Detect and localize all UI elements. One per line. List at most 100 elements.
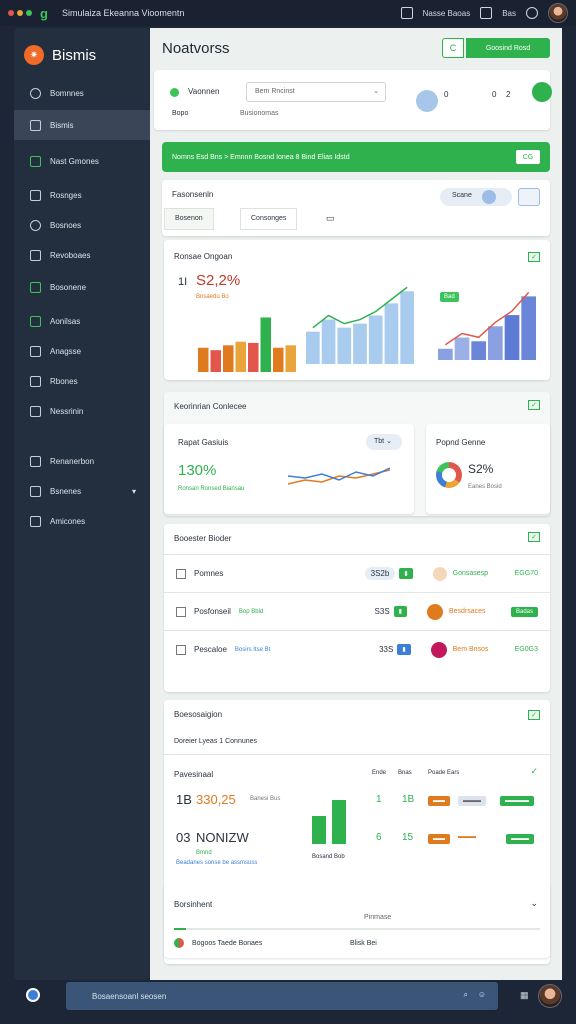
chart-bar [400, 291, 414, 364]
table-row[interactable]: Pomnes 3S2b ▮ Gonsasesp EGG70 [164, 554, 550, 592]
footer-hint: Pinmase [364, 914, 392, 921]
row-checkbox[interactable] [176, 568, 186, 579]
chevron-down-icon[interactable]: ▾ [132, 487, 136, 496]
row-checkbox[interactable] [176, 644, 186, 655]
copy-icon[interactable]: ▭ [326, 213, 335, 224]
sidebar-item-label: Rosnges [50, 190, 82, 200]
maximize-dot[interactable] [26, 10, 32, 16]
search-label: Scane [452, 192, 472, 199]
sidebar-item-4[interactable]: Bosnoes [14, 210, 150, 240]
filter-select-value: Bem Rncinst [255, 88, 295, 95]
inbox-icon [30, 455, 41, 467]
chart-bar [273, 347, 284, 372]
minimize-dot[interactable] [17, 10, 23, 16]
sidebar-item-label: Bomnnes [50, 88, 84, 98]
calendar-icon[interactable] [400, 7, 413, 19]
tab-2[interactable]: Consonges [240, 208, 298, 230]
perf-left-sub: Ronsan Ronsed Biansau [178, 486, 245, 492]
menu-button[interactable] [518, 188, 540, 206]
sidebar-item-8[interactable]: Anagsse [14, 336, 150, 366]
count-1: 0 [444, 90, 449, 99]
sidebar-item-6[interactable]: Bosonene [14, 272, 150, 302]
emoji-icon[interactable]: ☺ [478, 990, 486, 999]
table-row[interactable]: Pescaloe Bosirs Itse Bt 33S ▮ Bem Bnsos … [164, 630, 550, 668]
user-avatar[interactable] [548, 3, 568, 23]
table-title: Booester Bioder [174, 534, 232, 543]
user-name: Vaonnen [188, 87, 220, 96]
r2-num: 03 [176, 830, 191, 845]
google-icon [174, 938, 184, 948]
row-checkbox[interactable] [176, 606, 186, 617]
bottom-search-input[interactable]: Bosaensoanl seosen ⌕ ☺ [66, 982, 498, 1010]
r1-pill-green[interactable]: ▬▬▬▬ [500, 796, 534, 806]
filter-select[interactable]: Bem Rncinst ⌄ [246, 82, 386, 102]
col-3: Poade Ears [428, 770, 460, 776]
footer-title: Borsinhent [174, 900, 213, 909]
row-amount: Badas [510, 606, 538, 617]
count-3: 2 [506, 90, 511, 99]
check-icon[interactable]: ✓ [528, 252, 540, 262]
sidebar-item-1[interactable]: Bismis [14, 110, 150, 140]
sidebar-item-9[interactable]: Rbones [14, 366, 150, 396]
grid-icon [30, 405, 41, 417]
primary-button[interactable]: Goosind Rosd [466, 38, 550, 58]
user-avatar[interactable] [538, 984, 562, 1008]
tab-1-label: Bosenon [175, 215, 203, 222]
row-avatar [430, 641, 447, 658]
perf-right-value: S2% [468, 462, 494, 476]
brand-logo-icon: ✷ [24, 45, 44, 65]
divider [164, 754, 550, 755]
start-icon[interactable] [26, 988, 40, 1002]
phone-icon[interactable] [480, 7, 493, 19]
search-pill[interactable]: Scane [440, 188, 512, 206]
sidebar-item-11[interactable]: Renanerbon [14, 446, 150, 476]
sub-label-2: Busionomas [240, 110, 279, 117]
table-row[interactable]: Posfonseil Bop Bbid S3S ▮ Besdrsaces Bad… [164, 592, 550, 630]
r1-val: 330,25 [196, 792, 236, 807]
chevron-down-icon[interactable]: ⌄ [530, 898, 538, 909]
sidebar-item-5[interactable]: Revoboaes [14, 240, 150, 270]
window-controls[interactable] [8, 10, 32, 16]
period-select[interactable]: Tbt ⌄ [366, 434, 402, 450]
check-icon[interactable]: ✓ [528, 710, 540, 720]
r2-pill-green[interactable]: ▬▬▬ [506, 834, 534, 844]
check-icon[interactable]: ✓ [528, 532, 540, 542]
tab-1[interactable]: Bosenon [164, 208, 214, 230]
sidebar-item-10[interactable]: Nessrinin [14, 396, 150, 426]
header-icon-button[interactable]: C [442, 38, 464, 58]
sidebar-item-label: Nast Gmones [50, 156, 99, 166]
r2-sub: Bmnd [196, 850, 212, 856]
perf-title: Keorinrian Conlecee [174, 402, 247, 411]
notification-banner: Nomns Esd Bns > Emnnn Bosnd Ionea 8 Bind… [162, 142, 550, 172]
sidebar-item-12[interactable]: Bsnenes ▾ [14, 476, 150, 506]
chart-bar [488, 326, 503, 360]
header-actions: C Goosind Rosd [442, 38, 550, 58]
settings-icon[interactable] [526, 7, 538, 19]
r1-sub: Banesi Bus [250, 796, 281, 802]
sidebar-logo[interactable]: ✷ Bismis [14, 28, 150, 72]
action-circle-icon[interactable] [532, 82, 552, 102]
detail-link[interactable]: Beadanes sonse be assmsuss [176, 860, 257, 866]
chart-bar [210, 350, 221, 372]
row-avatar [432, 566, 447, 581]
topbar-item-2[interactable]: Bas [502, 9, 516, 18]
search-icon[interactable]: ⌕ [464, 990, 468, 1000]
sidebar-item-0[interactable]: Bomnnes [14, 76, 150, 110]
sidebar-item-7[interactable]: Aonilsas [14, 306, 150, 336]
check-icon[interactable]: ✓ [528, 400, 540, 410]
sidebar-item-label: Revoboaes [50, 250, 91, 260]
close-dot[interactable] [8, 10, 14, 16]
sidebar-item-13[interactable]: Amicones [14, 506, 150, 536]
row-tag-label: Besdrsaces [448, 608, 486, 615]
sidebar-nav: Bomnnes Bismis Nast Gmones Rosnges Bosno… [14, 76, 150, 536]
topbar-item-1[interactable]: Nasse Baoas [423, 9, 471, 18]
sparkline-chart [288, 467, 391, 485]
row-sub: Bop Bbid [238, 608, 264, 615]
tab-2-label: Consonges [251, 215, 287, 222]
grid-icon[interactable]: ▦ [520, 990, 529, 1001]
sidebar-item-3[interactable]: Rosnges [14, 180, 150, 210]
banner-button[interactable]: CG [516, 150, 540, 164]
chart-bar [521, 296, 536, 360]
sidebar-item-2[interactable]: Nast Gmones [14, 146, 150, 176]
row-value: 3S2b [364, 567, 396, 580]
